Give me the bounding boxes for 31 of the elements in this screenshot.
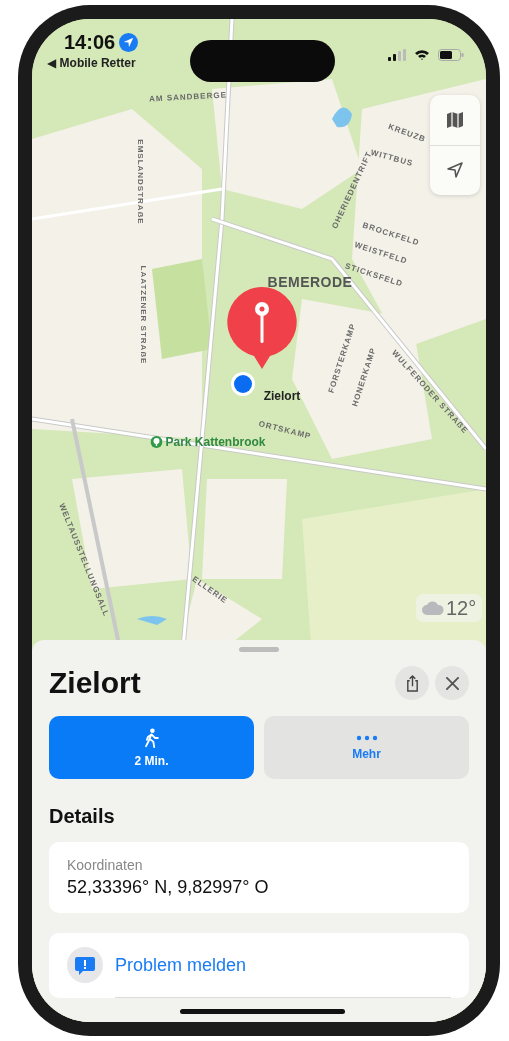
- status-time: 14:06: [64, 31, 116, 54]
- park-label: Park Kattenbrook: [150, 435, 266, 449]
- tree-icon: [150, 436, 163, 448]
- share-button[interactable]: [395, 666, 429, 700]
- street-label: AM SANDBERGE: [148, 90, 228, 104]
- battery-icon: [438, 49, 464, 61]
- report-problem-link[interactable]: Problem melden: [115, 954, 247, 976]
- walk-route-button[interactable]: 2 Min.: [49, 716, 254, 779]
- signal-icon: [388, 49, 406, 61]
- share-icon: [404, 674, 420, 692]
- more-button[interactable]: Mehr: [264, 716, 469, 779]
- current-location-dot-icon: [231, 372, 255, 396]
- pin-label: Zielort: [263, 389, 301, 403]
- street-label: LAATZENER STRAẞE: [138, 265, 148, 365]
- coordinates-label: Koordinaten: [67, 857, 144, 873]
- sheet-handle[interactable]: [239, 647, 279, 652]
- wifi-icon: [414, 49, 430, 61]
- back-link[interactable]: ◀ Mobile Retter: [47, 56, 139, 70]
- exclamation-bubble-icon: [67, 947, 103, 983]
- ellipsis-icon: [355, 734, 378, 741]
- place-title: Zielort: [49, 666, 141, 700]
- close-icon: [445, 676, 459, 690]
- location-services-icon: [119, 33, 139, 52]
- close-button[interactable]: [435, 666, 469, 700]
- cloud-icon: [422, 601, 444, 615]
- coordinates-value: 52,33396° N, 9,82997° O: [67, 877, 270, 898]
- location-pin-icon: [226, 287, 298, 371]
- temperature-text: 12°: [446, 596, 477, 620]
- street-label: EMSLANDSTRAẞE: [135, 139, 145, 225]
- walking-person-icon: [144, 727, 159, 748]
- section-heading: Details: [49, 805, 115, 828]
